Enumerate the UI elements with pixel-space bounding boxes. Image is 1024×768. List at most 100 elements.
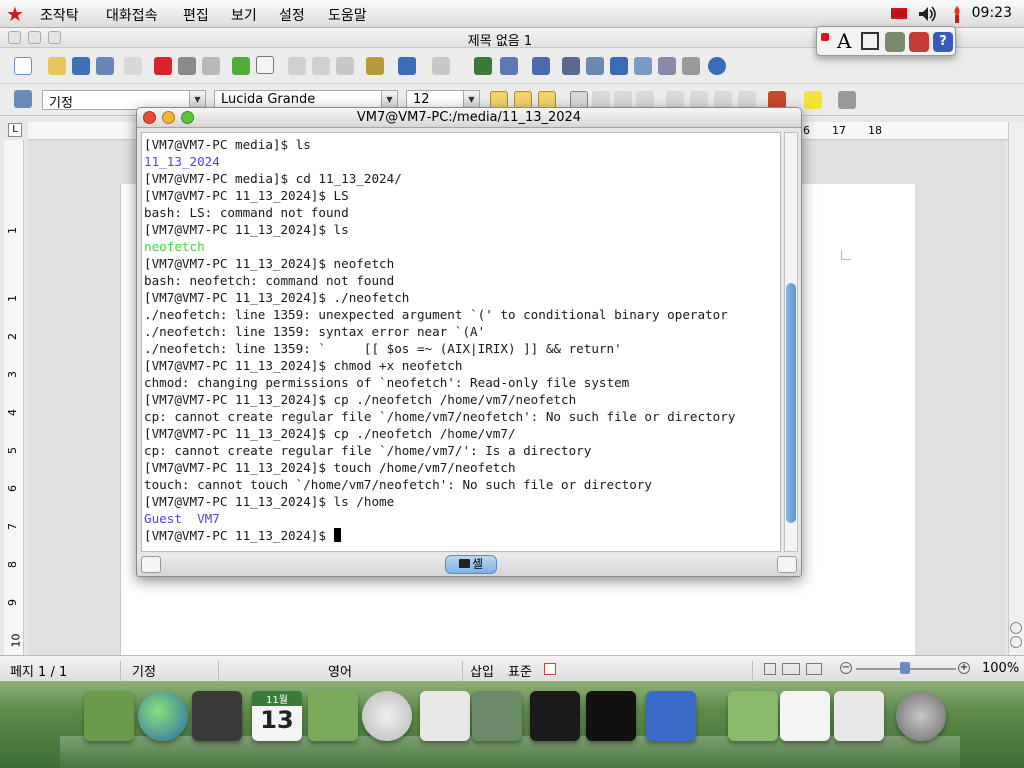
terminal-window[interactable]: VM7@VM7-PC:/media/11_13_2024 [VM7@VM7-PC… [136, 107, 802, 577]
terminal-line: chmod: changing permissions of `neofetch… [144, 375, 630, 390]
multi-page-view-icon[interactable] [782, 663, 800, 675]
red-star-book-icon[interactable] [84, 691, 134, 741]
stamp-icon[interactable] [909, 32, 929, 52]
data-sources-icon[interactable] [634, 57, 652, 75]
office-docs-icon[interactable] [646, 691, 696, 741]
save-as-icon[interactable] [96, 57, 114, 75]
gallery-icon[interactable] [610, 57, 628, 75]
divider [752, 661, 753, 681]
redo-icon[interactable] [432, 57, 450, 75]
ruler-num: 1 [6, 227, 19, 234]
ruler-num: 2 [6, 333, 19, 340]
system-monitor-icon[interactable] [530, 691, 580, 741]
menu-view[interactable]: 보기 [231, 5, 257, 25]
zoom-in-icon[interactable]: + [958, 662, 970, 674]
page-style[interactable]: 기정 [132, 661, 156, 680]
tab-shell[interactable]: 셸 [445, 555, 497, 574]
menu-help[interactable]: 도움말 [328, 5, 367, 25]
terminal-line: [VM7@VM7-PC media]$ ls [144, 137, 311, 152]
new-tab-icon[interactable] [141, 556, 161, 573]
book-view-icon[interactable] [806, 663, 822, 675]
input-palette[interactable]: A ? [816, 26, 956, 56]
print-preview-icon[interactable] [202, 57, 220, 75]
address-book-icon[interactable] [308, 691, 358, 741]
ruler-num: 10 [9, 633, 23, 648]
terminal-output[interactable]: [VM7@VM7-PC media]$ ls 11_13_2024 [VM7@VM7… [141, 132, 781, 552]
zoom-out-icon[interactable]: − [840, 662, 852, 674]
trash-icon[interactable] [896, 691, 946, 741]
document-scrollbar[interactable] [1008, 122, 1024, 655]
scroll-down-icon[interactable] [1010, 636, 1022, 648]
language-indicator[interactable]: 영어 [328, 661, 352, 680]
terminal-titlebar[interactable]: VM7@VM7-PC:/media/11_13_2024 [137, 108, 801, 128]
autospell-icon[interactable] [256, 56, 274, 74]
terminal-line: [VM7@VM7-PC 11_13_2024]$ ls [144, 222, 349, 237]
video-player-icon[interactable] [192, 691, 242, 741]
edit-file-icon[interactable] [124, 57, 142, 75]
close-icon[interactable] [821, 33, 829, 41]
menu-console[interactable]: 조작탁 [40, 5, 79, 25]
layout-icon[interactable] [861, 32, 879, 50]
show-draw-icon[interactable] [532, 57, 550, 75]
export-pdf-icon[interactable] [154, 57, 172, 75]
menu-connect[interactable]: 대화접속 [106, 5, 158, 25]
margin-marker [841, 250, 851, 260]
styles-icon[interactable] [14, 90, 32, 108]
save-icon[interactable] [72, 57, 90, 75]
menu-settings[interactable]: 설정 [279, 5, 305, 25]
page-indicator[interactable]: 페지 1 / 1 [10, 661, 67, 680]
ruler-num: 4 [6, 409, 19, 416]
tool-icon[interactable] [885, 32, 905, 52]
find-replace-icon[interactable] [562, 57, 580, 75]
flag-icon[interactable] [888, 4, 910, 24]
menu-edit[interactable]: 편집 [183, 5, 209, 25]
volume-icon[interactable] [916, 4, 938, 24]
nonprinting-chars-icon[interactable] [658, 57, 676, 75]
calculator-icon[interactable] [420, 691, 470, 741]
paste-icon[interactable] [336, 57, 354, 75]
navigator-icon[interactable] [586, 57, 604, 75]
single-page-view-icon[interactable] [764, 663, 776, 675]
help-icon[interactable]: ? [933, 32, 953, 52]
vertical-ruler[interactable]: 1 1 2 3 4 5 6 7 8 9 10 [4, 140, 24, 655]
calendar-icon[interactable]: 11월 13 [252, 691, 302, 741]
torch-icon[interactable] [946, 4, 968, 24]
zoom-slider-thumb[interactable] [900, 662, 910, 674]
browser-globe-icon[interactable] [138, 691, 188, 741]
selection-mode[interactable]: 표준 [508, 661, 532, 680]
zoom-level[interactable]: 100% [982, 661, 1019, 676]
font-letter-icon[interactable]: A [837, 29, 851, 53]
print-icon[interactable] [178, 57, 196, 75]
paragraph-style-value: 기정 [49, 96, 73, 111]
new-document-icon[interactable] [14, 57, 32, 75]
terminal-scrollbar[interactable] [784, 132, 798, 552]
scroll-up-icon[interactable] [1010, 622, 1022, 634]
terminal-icon[interactable] [586, 691, 636, 741]
search-icon[interactable] [362, 691, 412, 741]
cut-icon[interactable] [288, 57, 306, 75]
background-color-icon[interactable] [838, 91, 856, 109]
spreadsheet-icon[interactable] [834, 691, 884, 741]
help-icon[interactable] [708, 57, 726, 75]
documents-icon[interactable] [780, 691, 830, 741]
open-folder-icon[interactable] [48, 57, 66, 75]
format-brush-icon[interactable] [366, 57, 384, 75]
ruler-num: 8 [6, 561, 19, 568]
terminal-prompt-line[interactable]: [VM7@VM7-PC 11_13_2024]$ [144, 527, 778, 544]
table-icon[interactable] [500, 57, 518, 75]
insert-mode[interactable]: 삽입 [470, 661, 494, 680]
clock[interactable]: 09:23 [972, 5, 1012, 21]
undo-icon[interactable] [398, 57, 416, 75]
settings-tools-icon[interactable] [472, 691, 522, 741]
red-star-icon[interactable]: ★ [6, 2, 24, 26]
spellcheck-icon[interactable] [232, 57, 250, 75]
home-folder-icon[interactable] [728, 691, 778, 741]
terminal-line: ./neofetch: line 1359: unexpected argume… [144, 307, 728, 322]
terminal-scroll-thumb[interactable] [786, 283, 796, 523]
zoom-icon[interactable] [682, 57, 700, 75]
hyperlink-icon[interactable] [474, 57, 492, 75]
tab-stop-icon[interactable]: L [8, 123, 22, 137]
close-tab-icon[interactable] [777, 556, 797, 573]
copy-icon[interactable] [312, 57, 330, 75]
highlight-icon[interactable] [804, 91, 822, 109]
